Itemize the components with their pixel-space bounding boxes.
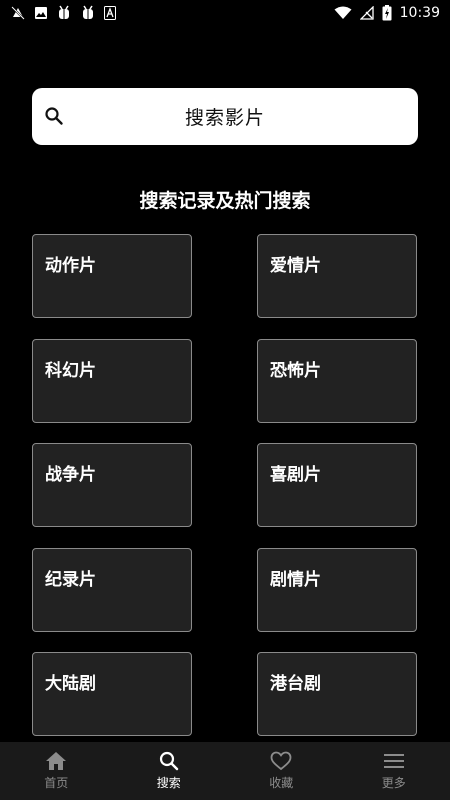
nav-label: 首页 [44, 776, 69, 790]
category-card-comedy[interactable]: 喜剧片 [257, 443, 417, 527]
status-time: 10:39 [399, 5, 440, 21]
wifi-icon [334, 6, 352, 20]
nav-item-search[interactable]: 搜索 [113, 742, 226, 800]
category-card-documentary[interactable]: 纪录片 [32, 547, 192, 632]
category-label: 科幻片 [45, 360, 96, 381]
category-card-romance[interactable]: 爱情片 [257, 234, 417, 318]
search-icon [44, 106, 64, 126]
nav-item-favorites[interactable]: 收藏 [225, 742, 338, 800]
category-card-action[interactable]: 动作片 [32, 234, 192, 318]
search-placeholder: 搜索影片 [184, 107, 265, 129]
search-input[interactable]: 搜索影片 [32, 88, 418, 145]
status-left-icons [10, 5, 116, 21]
image-icon [34, 6, 48, 20]
category-card-hk-tw-series[interactable]: 港台剧 [257, 652, 417, 736]
section-title: 搜索记录及热门搜索 [139, 190, 311, 212]
nav-item-more[interactable]: 更多 [338, 742, 450, 800]
category-label: 恐怖片 [270, 360, 321, 381]
no-signal-icon [359, 6, 374, 20]
muted-bell-icon [10, 5, 26, 21]
bug-icon [56, 5, 72, 21]
nav-item-home[interactable]: 首页 [0, 742, 113, 800]
home-icon [45, 751, 67, 771]
text-badge-icon [104, 6, 116, 20]
category-label: 战争片 [45, 465, 96, 485]
category-card-war[interactable]: 战争片 [32, 443, 192, 527]
status-right-icons: 10:39 [334, 5, 440, 21]
search-icon [158, 751, 180, 771]
battery-charging-icon [382, 5, 392, 21]
status-bar: 10:39 [0, 0, 450, 26]
category-label: 港台剧 [270, 674, 321, 694]
category-label: 喜剧片 [270, 465, 321, 485]
category-card-drama[interactable]: 剧情片 [257, 547, 417, 632]
category-label: 大陆剧 [45, 674, 96, 694]
nav-label: 收藏 [269, 776, 294, 790]
category-label: 剧情片 [270, 569, 321, 590]
bug-icon [80, 5, 96, 21]
category-label: 动作片 [45, 256, 96, 276]
category-label: 爱情片 [270, 256, 321, 276]
bottom-nav: 首页 搜索 收藏 更多 [0, 742, 450, 800]
category-card-horror[interactable]: 恐怖片 [257, 338, 417, 423]
nav-label: 更多 [381, 776, 406, 790]
category-card-mainland-series[interactable]: 大陆剧 [32, 652, 192, 736]
nav-label: 搜索 [156, 776, 181, 790]
category-label: 纪录片 [45, 569, 96, 590]
heart-icon [270, 751, 292, 771]
menu-icon [383, 751, 405, 771]
category-card-scifi[interactable]: 科幻片 [32, 338, 192, 423]
